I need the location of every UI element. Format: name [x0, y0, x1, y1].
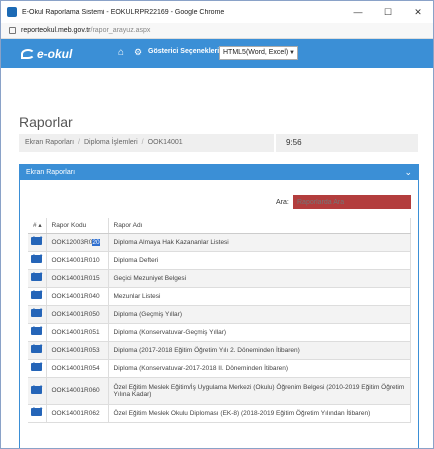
report-code: OOK14001R010	[46, 251, 109, 270]
report-code: OOK14001R040	[46, 287, 109, 306]
column-header-name[interactable]: Rapor Adı	[108, 218, 411, 234]
close-button[interactable]: ✕	[403, 7, 433, 18]
report-name[interactable]: Özel Eğitim Meslek Okulu Diploması (EK-8…	[108, 404, 411, 423]
minimize-button[interactable]: —	[343, 7, 373, 17]
breadcrumb-item[interactable]: Diploma İşlemleri	[84, 139, 138, 146]
time-display: 9:56	[274, 134, 418, 152]
search-label: Ara:	[276, 199, 289, 206]
browser-window: E-Okul Raporlama Sistemi - EOKULRPR22169…	[0, 0, 434, 449]
maximize-button[interactable]: ☐	[373, 7, 403, 18]
report-code: OOK14001R015	[46, 269, 109, 288]
chevron-down-icon[interactable]: ⌄	[404, 165, 412, 180]
page-title: Raporlar	[19, 114, 73, 130]
download-icon[interactable]	[31, 345, 42, 353]
report-code: OOK14001R050	[46, 305, 109, 324]
app-icon	[7, 7, 17, 17]
table-row[interactable]: OOK14001R060 Özel Eğitim Meslek Eğitim/İ…	[28, 377, 411, 405]
panel-header[interactable]: Ekran Raporları ⌄	[20, 165, 418, 180]
download-icon[interactable]	[31, 327, 42, 335]
reports-panel: Ekran Raporları ⌄ Ara: # ▴ Rapor Kodu Ra…	[19, 164, 419, 448]
search-row: Ara:	[20, 195, 418, 211]
url-path: /rapor_arayuz.aspx	[90, 27, 151, 34]
selected-text: 20	[92, 238, 100, 246]
logo-swoosh-icon	[21, 48, 35, 59]
table-row[interactable]: OOK14001R062 Özel Eğitim Meslek Okulu Di…	[28, 404, 411, 423]
download-icon[interactable]	[31, 408, 42, 416]
table-row[interactable]: OOK14001R015 Geçici Mezuniyet Belgesi	[28, 269, 411, 288]
download-icon[interactable]	[31, 291, 42, 299]
eokul-logo[interactable]: e-okul	[21, 47, 72, 61]
breadcrumb-separator: /	[78, 139, 80, 146]
report-name[interactable]: Diploma (Konservatuvar-Geçmiş Yıllar)	[108, 323, 411, 342]
report-code: OOK14001R054	[46, 359, 109, 378]
table-row[interactable]: OOK14001R051 Diploma (Konservatuvar-Geçm…	[28, 323, 411, 342]
breadcrumb-item: OOK14001	[147, 139, 183, 146]
table-row[interactable]: OOK14001R053 Diploma (2017-2018 Eğitim Ö…	[28, 341, 411, 360]
chevron-down-icon: ▼	[289, 50, 295, 56]
reports-table: # ▴ Rapor Kodu Rapor Adı OOK12003R020 Di…	[28, 218, 411, 423]
report-name[interactable]: Diploma (2017-2018 Eğitim Öğretim Yılı 2…	[108, 341, 411, 360]
title-bar: E-Okul Raporlama Sistemi - EOKULRPR22169…	[1, 1, 433, 23]
report-name[interactable]: Geçici Mezuniyet Belgesi	[108, 269, 411, 288]
logo-text: e-okul	[37, 46, 73, 61]
report-code: OOK14001R062	[46, 404, 109, 423]
panel-title: Ekran Raporları	[26, 169, 76, 176]
settings-label[interactable]: Gösterici Seçenekleri	[148, 48, 219, 55]
report-name[interactable]: Diploma Almaya Hak Kazananlar Listesi	[108, 233, 411, 252]
table-row[interactable]: OOK14001R050 Diploma (Geçmiş Yıllar)	[28, 305, 411, 324]
lock-icon	[9, 27, 16, 34]
report-name[interactable]: Diploma Defteri	[108, 251, 411, 270]
app-header: e-okul ⌂ ⚙ Gösterici Seçenekleri HTML5(W…	[1, 39, 433, 68]
download-icon[interactable]	[31, 363, 42, 371]
export-format-select[interactable]: HTML5(Word, Excel) ▼	[219, 46, 298, 60]
window-title: E-Okul Raporlama Sistemi - EOKULRPR22169…	[22, 8, 225, 16]
breadcrumb: Ekran Raporları / Diploma İşlemleri / OOK140…	[19, 134, 277, 152]
table-row[interactable]: OOK14001R054 Diploma (Konservatuvar-2017…	[28, 359, 411, 378]
column-header-code[interactable]: Rapor Kodu	[46, 218, 109, 234]
url-host: reporteokul.meb.gov.tr	[21, 27, 91, 34]
report-name[interactable]: Diploma (Konservatuvar-2017-2018 II. Dön…	[108, 359, 411, 378]
table-header-row: # ▴ Rapor Kodu Rapor Adı	[28, 218, 411, 234]
report-code: OOK14001R051	[46, 323, 109, 342]
download-icon[interactable]	[31, 255, 42, 263]
breadcrumb-item[interactable]: Ekran Raporları	[25, 139, 74, 146]
export-format-value: HTML5(Word, Excel)	[223, 49, 289, 56]
download-icon[interactable]	[31, 237, 42, 245]
report-name[interactable]: Diploma (Geçmiş Yıllar)	[108, 305, 411, 324]
report-code: OOK14001R060	[46, 377, 109, 405]
download-icon[interactable]	[31, 273, 42, 281]
search-input[interactable]	[293, 195, 411, 209]
table-row[interactable]: OOK14001R040 Mezunlar Listesi	[28, 287, 411, 306]
report-code: OOK12003R020	[46, 233, 109, 252]
breadcrumb-separator: /	[141, 139, 144, 146]
report-name[interactable]: Özel Eğitim Meslek Eğitim/İş Uygulama Me…	[108, 377, 411, 405]
address-bar[interactable]: reporteokul.meb.gov.tr/rapor_arayuz.aspx	[1, 23, 433, 39]
report-code: OOK14001R053	[46, 341, 109, 360]
column-header-index[interactable]: # ▴	[28, 218, 47, 234]
main-content: Raporlar Ekran Raporları / Diploma İşlemle…	[9, 69, 427, 448]
report-name[interactable]: Mezunlar Listesi	[108, 287, 411, 306]
download-icon[interactable]	[31, 309, 42, 317]
home-icon[interactable]: ⌂	[118, 47, 124, 58]
table-row[interactable]: OOK12003R020 Diploma Almaya Hak Kazananl…	[28, 233, 411, 252]
table-row[interactable]: OOK14001R010 Diploma Defteri	[28, 251, 411, 270]
download-icon[interactable]	[31, 385, 42, 394]
gear-icon: ⚙	[134, 47, 143, 57]
